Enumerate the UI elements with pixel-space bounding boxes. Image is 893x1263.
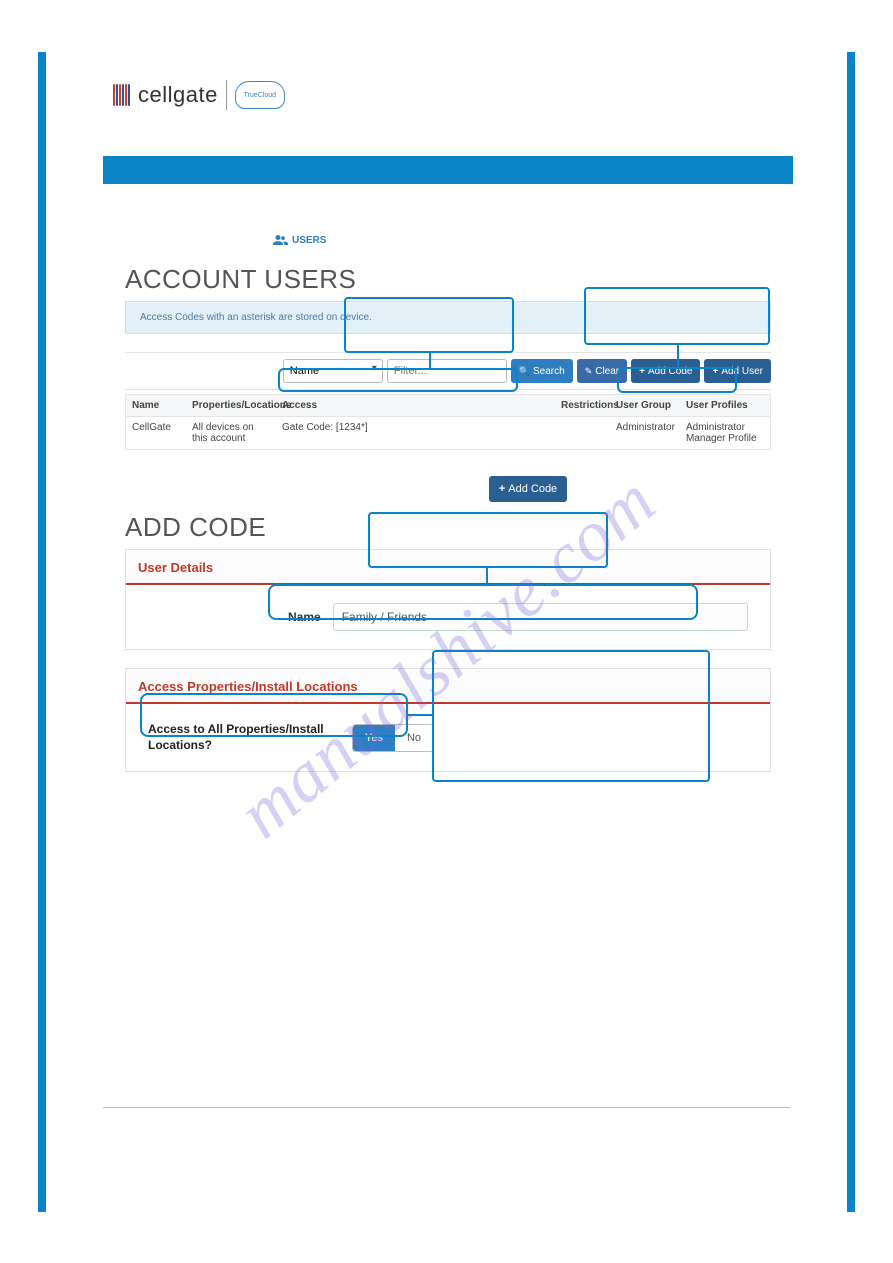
access-question: Access to All Properties/Install Locatio… (148, 722, 338, 753)
footer-divider (103, 1107, 790, 1108)
user-details-panel: User Details Name (125, 549, 771, 650)
name-input[interactable] (333, 603, 748, 631)
page-left-border (38, 52, 46, 1212)
col-userprofiles: User Profiles (680, 394, 770, 416)
logo-bars-icon (113, 84, 130, 106)
name-row: Name (288, 603, 748, 631)
clear-button[interactable]: Clear (577, 359, 627, 383)
cell-restrictions (555, 416, 610, 449)
access-no-button[interactable]: No (395, 725, 433, 751)
user-details-header: User Details (126, 550, 770, 585)
access-panel: Access Properties/Install Locations Acce… (125, 668, 771, 772)
users-table: Name Properties/Locations Access Restric… (125, 394, 771, 450)
filter-field-select[interactable]: Name (283, 359, 383, 383)
logo-row: cellgate TrueCloud (113, 80, 793, 110)
cell-properties: All devices on this account (186, 416, 276, 449)
add-code-standalone-button[interactable]: Add Code (489, 476, 567, 502)
logo-cloud-icon: TrueCloud (235, 81, 285, 109)
page-right-border (847, 52, 855, 1212)
cell-usergroup: Administrator (610, 416, 680, 449)
col-usergroup: User Group (610, 394, 680, 416)
filter-input[interactable] (387, 359, 507, 383)
users-tab[interactable]: USERS (273, 234, 326, 246)
access-panel-header: Access Properties/Install Locations (126, 669, 770, 704)
users-tab-label: USERS (292, 235, 326, 246)
add-code-title: ADD CODE (125, 512, 793, 543)
cell-name: CellGate (126, 416, 186, 449)
account-users-title: ACCOUNT USERS (125, 264, 793, 295)
access-yes-button[interactable]: Yes (353, 725, 395, 751)
cell-userprofiles: Administrator Manager Profile (680, 416, 770, 449)
users-toolbar: Name Search Clear Add Code Add User (125, 352, 771, 390)
add-code-standalone-row: Add Code (263, 476, 793, 502)
access-row: Access to All Properties/Install Locatio… (148, 722, 748, 753)
search-button[interactable]: Search (511, 359, 573, 383)
logo-brand-text: cellgate (138, 82, 218, 108)
header-bar (103, 156, 793, 184)
col-access: Access (276, 394, 555, 416)
table-row: CellGate All devices on this account Gat… (126, 416, 770, 449)
users-icon (273, 234, 288, 246)
page-content: cellgate TrueCloud USERS ACCOUNT USERS A… (103, 80, 793, 790)
add-user-button[interactable]: Add User (704, 359, 771, 383)
filter-field-wrap: Name (283, 359, 383, 383)
table-header: Name Properties/Locations Access Restric… (126, 394, 770, 416)
add-code-button[interactable]: Add Code (631, 359, 700, 383)
name-label: Name (288, 610, 321, 624)
users-tab-row: USERS (103, 234, 793, 246)
access-toggle: Yes No (352, 724, 434, 752)
info-banner: Access Codes with an asterisk are stored… (125, 301, 771, 334)
cell-access: Gate Code: [1234*] (276, 416, 555, 449)
col-name: Name (126, 394, 186, 416)
logo-separator (226, 80, 227, 110)
col-restrictions: Restrictions (555, 394, 610, 416)
col-properties: Properties/Locations (186, 394, 276, 416)
